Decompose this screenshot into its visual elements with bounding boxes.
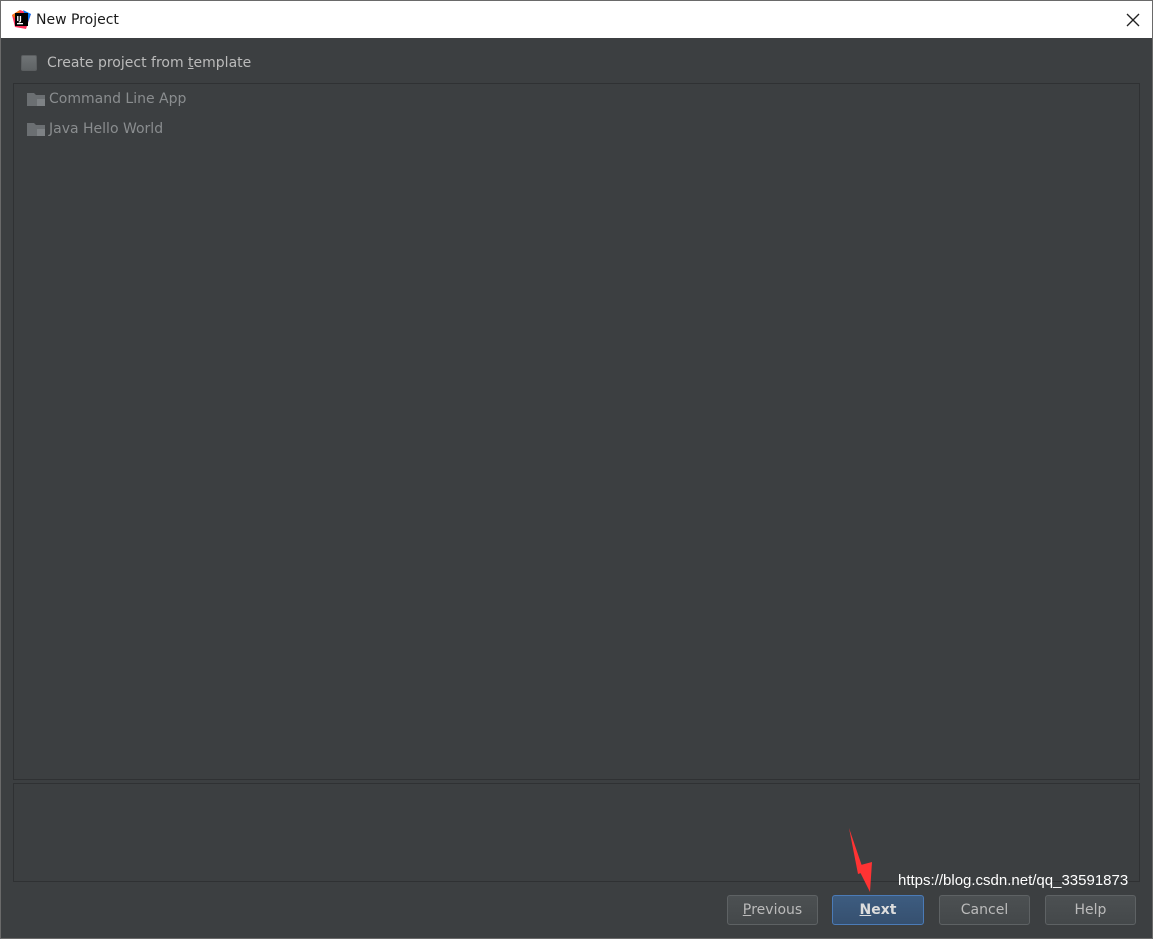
watermark-text: https://blog.csdn.net/qq_33591873 bbox=[898, 872, 1129, 889]
new-project-dialog: IJ New Project Create project from templ… bbox=[0, 0, 1153, 939]
list-item[interactable]: Command Line App bbox=[26, 88, 186, 110]
intellij-idea-icon: IJ bbox=[12, 10, 31, 29]
next-button[interactable]: Next bbox=[832, 895, 924, 925]
close-button[interactable] bbox=[1113, 1, 1152, 38]
cancel-button[interactable]: Cancel bbox=[939, 895, 1030, 925]
svg-text:IJ: IJ bbox=[17, 15, 22, 23]
list-item[interactable]: Java Hello World bbox=[26, 118, 163, 140]
create-from-template-checkbox[interactable]: Create project from template bbox=[21, 53, 251, 73]
folder-icon bbox=[27, 123, 45, 136]
create-from-template-label: Create project from template bbox=[47, 55, 252, 71]
dialog-content: Create project from template Command Lin… bbox=[1, 38, 1152, 938]
list-item-label: Java Hello World bbox=[49, 121, 164, 137]
checkbox-box[interactable] bbox=[21, 55, 37, 71]
window-title: New Project bbox=[36, 12, 119, 28]
template-description-panel bbox=[13, 783, 1140, 882]
previous-button[interactable]: Previous bbox=[727, 895, 818, 925]
help-button[interactable]: Help bbox=[1045, 895, 1136, 925]
folder-icon bbox=[27, 93, 45, 106]
list-item-label: Command Line App bbox=[49, 91, 187, 107]
title-bar: IJ New Project bbox=[1, 1, 1152, 38]
close-icon bbox=[1126, 13, 1139, 26]
template-list[interactable]: Command Line App Java Hello World bbox=[13, 83, 1140, 780]
